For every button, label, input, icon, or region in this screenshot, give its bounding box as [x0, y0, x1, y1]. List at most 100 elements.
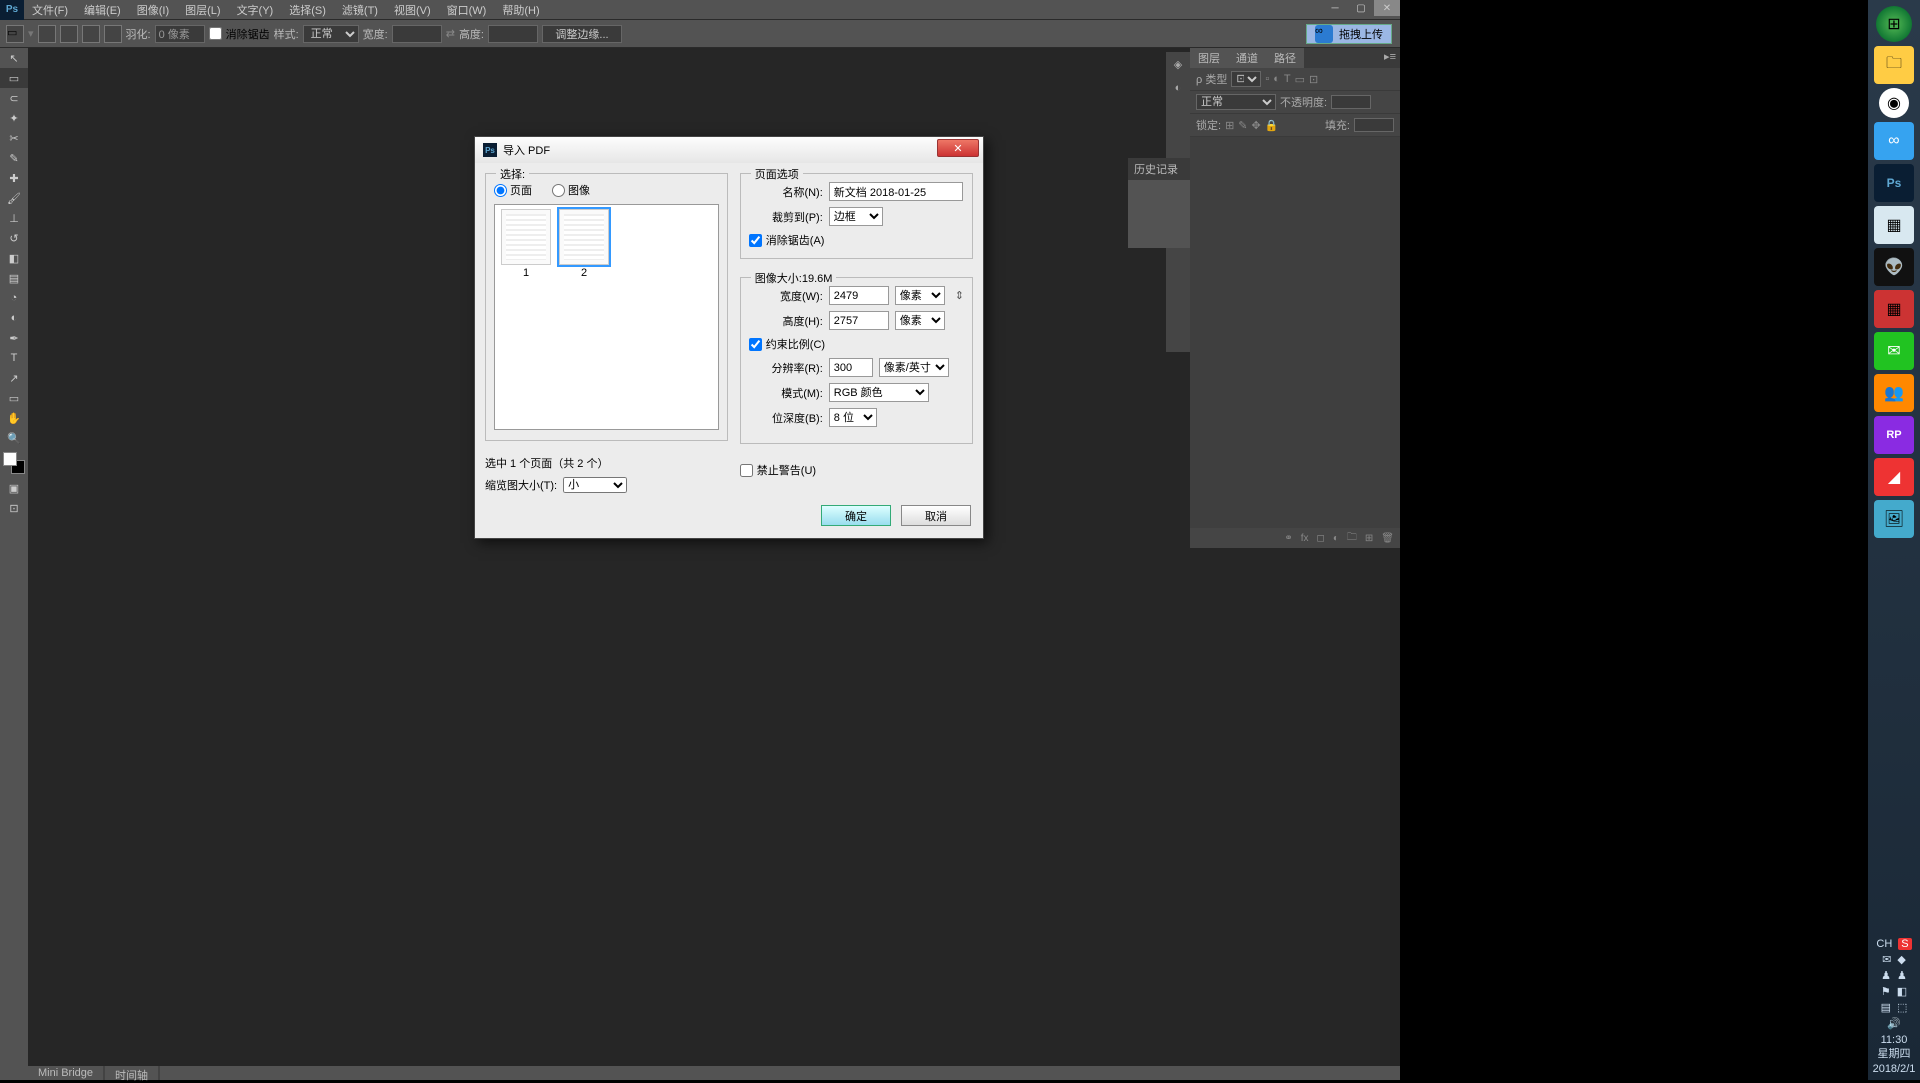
lock-pos-icon[interactable]: ✥	[1252, 119, 1261, 132]
blur-tool[interactable]: ◔	[0, 288, 28, 308]
style-select[interactable]: 正常	[303, 25, 359, 43]
tray-icon-2[interactable]: ◆	[1897, 953, 1905, 966]
hand-tool[interactable]: ✋	[0, 408, 28, 428]
mode-select[interactable]: RGB 颜色	[829, 383, 929, 402]
menu-filter[interactable]: 滤镜(T)	[334, 2, 386, 18]
constrain-check[interactable]: 约束比例(C)	[749, 336, 964, 352]
suppress-check[interactable]: 禁止警告(U)	[740, 462, 973, 478]
taskbar-cloud[interactable]: ∞	[1874, 122, 1914, 160]
height-input-d[interactable]	[829, 311, 889, 330]
taskbar-avatars[interactable]: 👥	[1874, 374, 1914, 412]
radio-page[interactable]: 页面	[494, 182, 532, 198]
crop-select[interactable]: 边框	[829, 207, 883, 226]
feather-input[interactable]	[155, 25, 205, 43]
taskbar-alien[interactable]: 👽	[1874, 248, 1914, 286]
start-button[interactable]: ⊞	[1876, 6, 1912, 42]
menu-type[interactable]: 文字(Y)	[229, 2, 282, 18]
zoom-tool[interactable]: 🔍	[0, 428, 28, 448]
marquee-tool[interactable]: ▭	[0, 68, 28, 88]
filter-smart-icon[interactable]: ⊡	[1309, 73, 1318, 86]
fx-icon[interactable]: fx	[1301, 533, 1309, 544]
taskbar-wechat[interactable]: ✉	[1874, 332, 1914, 370]
taskbar-explorer[interactable]: 🗀	[1874, 46, 1914, 84]
dialog-close-button[interactable]: ✕	[937, 139, 979, 157]
stamp-tool[interactable]: ⊥	[0, 208, 28, 228]
width-input[interactable]	[392, 25, 442, 43]
filter-img-icon[interactable]: ▫	[1265, 73, 1269, 85]
lock-all-icon[interactable]: 🔒	[1265, 119, 1279, 132]
blend-select[interactable]: 正常	[1196, 94, 1276, 110]
quickmask-tool[interactable]: ▣	[0, 478, 28, 498]
tray-icon-3[interactable]: ♟	[1881, 969, 1891, 982]
menu-edit[interactable]: 编辑(E)	[76, 2, 129, 18]
trash-icon[interactable]: 🗑	[1381, 533, 1394, 544]
ime-indicator[interactable]: CH	[1876, 938, 1892, 950]
thumb-1[interactable]: 1	[499, 209, 553, 425]
taskbar-calculator[interactable]: ▦	[1874, 206, 1914, 244]
res-unit-select[interactable]: 像素/英寸	[879, 358, 949, 377]
filter-shape-icon[interactable]: ▭	[1295, 73, 1305, 86]
dodge-tool[interactable]: ◐	[0, 308, 28, 328]
thumbsize-select[interactable]: 小	[563, 477, 627, 493]
marquee-tool-icon[interactable]: ▭	[6, 25, 24, 43]
group-icon[interactable]: 🗀	[1347, 530, 1357, 547]
eraser-tool[interactable]: ◧	[0, 248, 28, 268]
sel-new-icon[interactable]	[38, 25, 56, 43]
taskbar-clock[interactable]: 11:30 星期四 2018/2/1	[1873, 1033, 1916, 1076]
taskbar-gallery[interactable]: 🖼	[1874, 500, 1914, 538]
upload-button[interactable]: ∞ 拖拽上传	[1306, 24, 1392, 44]
sel-int-icon[interactable]	[104, 25, 122, 43]
res-input[interactable]	[829, 358, 873, 377]
tray-icon-8[interactable]: ⬚	[1897, 1001, 1907, 1014]
layers-icon[interactable]: ◈	[1166, 52, 1190, 76]
link-dim-icon[interactable]: ⇕	[955, 289, 964, 302]
depth-select[interactable]: 8 位	[829, 408, 877, 427]
path-tool[interactable]: ↗	[0, 368, 28, 388]
tab-channels[interactable]: 通道	[1228, 48, 1266, 68]
radio-image[interactable]: 图像	[552, 182, 590, 198]
sel-add-icon[interactable]	[60, 25, 78, 43]
height-unit-select[interactable]: 像素	[895, 311, 945, 330]
fill-input[interactable]	[1354, 118, 1394, 132]
history-brush-tool[interactable]: ↺	[0, 228, 28, 248]
move-tool[interactable]: ↖	[0, 48, 28, 68]
panel-menu-icon[interactable]: ▸≡	[1380, 48, 1400, 68]
color-swatch[interactable]	[3, 452, 25, 474]
menu-layer[interactable]: 图层(L)	[177, 2, 228, 18]
shape-tool[interactable]: ▭	[0, 388, 28, 408]
ok-button[interactable]: 确定	[821, 505, 891, 526]
link-icon[interactable]: ⚭	[1284, 533, 1292, 544]
wand-tool[interactable]: ✦	[0, 108, 28, 128]
tab-timeline[interactable]: 时间轴	[105, 1066, 158, 1080]
minimize-button[interactable]: ─	[1322, 0, 1348, 16]
lasso-tool[interactable]: ⊂	[0, 88, 28, 108]
tray-icon-7[interactable]: ▤	[1881, 1001, 1891, 1014]
taskbar-chrome[interactable]: ◉	[1879, 88, 1909, 118]
heal-tool[interactable]: ✚	[0, 168, 28, 188]
eyedropper-tool[interactable]: ✎	[0, 148, 28, 168]
newlayer-icon[interactable]: ⊞	[1365, 533, 1373, 544]
cancel-button[interactable]: 取消	[901, 505, 971, 526]
tray-icon-1[interactable]: ✉	[1882, 953, 1891, 966]
tray-volume-icon[interactable]: 🔊	[1887, 1017, 1901, 1030]
lock-trans-icon[interactable]: ⊞	[1225, 119, 1234, 132]
tray-icon-5[interactable]: ⚑	[1881, 985, 1891, 998]
menu-help[interactable]: 帮助(H)	[494, 2, 547, 18]
antialias-check-dialog[interactable]: 消除锯齿(A)	[749, 232, 964, 248]
filter-adj-icon[interactable]: ◐	[1273, 73, 1280, 85]
tab-layers[interactable]: 图层	[1190, 48, 1228, 68]
menu-window[interactable]: 窗口(W)	[439, 2, 495, 18]
crop-tool[interactable]: ✂	[0, 128, 28, 148]
taskbar-red[interactable]: ◢	[1874, 458, 1914, 496]
pen-tool[interactable]: ✒	[0, 328, 28, 348]
filter-type-icon[interactable]: T	[1284, 73, 1291, 85]
brush-tool[interactable]: 🖌	[0, 188, 28, 208]
thumb-2[interactable]: 2	[557, 209, 611, 425]
close-app-button[interactable]: ✕	[1374, 0, 1400, 16]
tab-minibridge[interactable]: Mini Bridge	[28, 1066, 103, 1080]
name-input[interactable]	[829, 182, 963, 201]
lock-paint-icon[interactable]: ✎	[1238, 119, 1247, 132]
ime-icon[interactable]: S	[1898, 938, 1911, 950]
menu-select[interactable]: 选择(S)	[281, 2, 334, 18]
taskbar-rp[interactable]: RP	[1874, 416, 1914, 454]
